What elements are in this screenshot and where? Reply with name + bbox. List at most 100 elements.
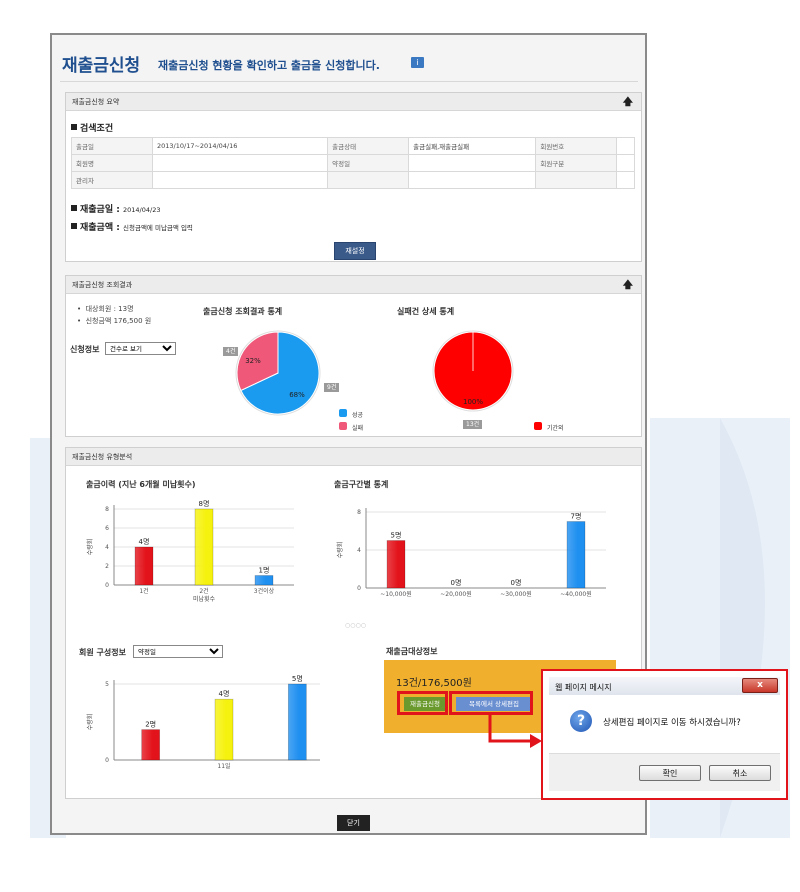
dialog-body: ? 상세편집 페이지로 이동 하시겠습니까?: [549, 695, 780, 753]
bar-data-label: 1명: [259, 566, 270, 575]
bar-data-label: 2명: [145, 720, 156, 729]
x-tick-label: 2건: [199, 587, 208, 595]
bar-data-label: 7명: [571, 512, 582, 521]
table-row: 회원명 약정일 회원구분: [71, 154, 635, 172]
pie-data-label: 68%: [289, 391, 305, 399]
cond-value: [408, 154, 537, 172]
bullet-target-members: • 대상회원 : 13명: [77, 305, 134, 313]
reset-button[interactable]: 재설정: [334, 242, 376, 260]
summary-panel-title: 재출금신청 요약: [72, 98, 120, 106]
y-tick-label: 4: [357, 547, 361, 554]
result-panel-title: 재출금신청 조회결과: [72, 281, 133, 289]
bar-data-label: 5명: [292, 674, 303, 683]
bar-data-label: 4명: [219, 689, 230, 698]
cond-key: 회원명: [71, 154, 153, 172]
y-tick-label: 4: [105, 544, 109, 551]
bar: [254, 575, 274, 586]
cond-value: [616, 171, 635, 189]
pie-data-label: 100%: [463, 398, 483, 406]
divider-dots: ○○○○: [345, 622, 366, 629]
up-arrow-icon[interactable]: 🡅: [623, 95, 633, 112]
member-info-label: 회원 구성정보: [79, 648, 126, 657]
dialog-titlebar[interactable]: 웹 페이지 메시지 x: [549, 677, 780, 695]
close-button[interactable]: 닫기: [337, 815, 370, 831]
bullet-request-amount: • 신청금액 176,500 원: [77, 317, 152, 325]
x-tick-label: 11일: [217, 762, 230, 770]
y-axis-label: 수량회: [86, 539, 94, 556]
x-tick-label: 3건이상: [254, 587, 275, 595]
pie2-title: 실패건 상세 통계: [397, 307, 455, 316]
target-amount: 13건/176,500원: [396, 678, 472, 689]
rewithdraw-amount: 재출금액 : 신청금액에 미납금액 입력: [71, 220, 193, 233]
y-tick-label: 2: [105, 563, 109, 570]
y-tick-label: 6: [105, 525, 109, 532]
pie1-title: 출금신청 조회결과 통계: [203, 307, 283, 316]
pie2-chart: 100%: [432, 330, 514, 412]
pie1-fail-tag: 4건: [223, 347, 239, 356]
cond-value: 출금실패,재출금실패: [408, 137, 537, 155]
bar-data-label: 0명: [511, 578, 522, 587]
analysis-panel-header[interactable]: 재출금신청 유형분석: [66, 448, 641, 466]
cond-key: 약정일: [327, 154, 410, 172]
legend-fail-swatch: [339, 422, 347, 430]
confirm-dialog: 웹 페이지 메시지 x ? 상세편집 페이지로 이동 하시겠습니까? 확인 취소: [543, 671, 786, 798]
legend-success-swatch: [339, 409, 347, 417]
cond-key: 출금상태: [327, 137, 410, 155]
info-icon[interactable]: i: [411, 57, 424, 68]
search-conditions-label: 검색조건: [71, 121, 113, 134]
result-panel-header[interactable]: 재출금신청 조회결과 🡅: [66, 276, 641, 294]
pie1-success-tag: 9건: [324, 383, 340, 392]
y-tick-label: 8: [105, 506, 109, 513]
bar-data-label: 8명: [199, 499, 210, 508]
y-tick-label: 8: [357, 509, 361, 516]
pie-data-label: 32%: [245, 357, 261, 365]
ok-button[interactable]: 확인: [639, 765, 701, 781]
rewithdraw-date: 재출금일 : 2014/04/23: [71, 202, 160, 215]
target-info-title: 재출금대상정보: [386, 647, 438, 656]
member-info-select[interactable]: 약정일: [133, 645, 223, 658]
filter-select[interactable]: 건수로 보기: [105, 342, 176, 355]
y-axis-label: 수량회: [86, 714, 94, 731]
question-icon: ?: [570, 710, 592, 732]
summary-panel-header[interactable]: 재출금신청 요약 🡅: [66, 93, 641, 111]
x-tick-label: ~30,000원: [500, 590, 532, 598]
chart1-title: 출금이력 (지난 6개월 미납횟수): [86, 480, 196, 489]
x-tick-label: ~10,000원: [380, 590, 412, 598]
table-row: 관리자: [71, 171, 635, 189]
legend-outside-swatch: [534, 422, 542, 430]
bar: [287, 683, 307, 761]
cond-value: [151, 171, 329, 189]
bar: [141, 729, 161, 761]
chart3-bar-chart: 0 5 수량회 2명 4명 11일 5명: [86, 674, 320, 770]
legend-success: 성공: [352, 412, 364, 419]
bar-data-label: 5명: [391, 531, 402, 540]
cond-key: 관리자: [71, 171, 153, 189]
y-tick-label: 0: [105, 757, 109, 764]
cancel-button[interactable]: 취소: [709, 765, 771, 781]
cond-key: 회원구분: [535, 154, 618, 172]
cond-key: [327, 171, 410, 189]
chart2-bar-chart: 0 4 8 수량회 5명 ~10,000원 0명 ~20,000원 0명 ~30,000원 7명 ~4…: [336, 508, 606, 598]
summary-panel: 재출금신청 요약 🡅 검색조건 출금일 2013/10/17~2014/04/1…: [65, 92, 642, 262]
cond-key: [535, 171, 618, 189]
y-tick-label: 0: [357, 585, 361, 592]
cond-value: [151, 154, 329, 172]
title-divider: [60, 81, 638, 82]
cond-key: 출금일: [71, 137, 153, 155]
x-tick-label: 1건: [139, 587, 148, 595]
up-arrow-icon[interactable]: 🡅: [623, 278, 633, 295]
y-axis-label: 수량회: [336, 542, 344, 559]
cond-value: [616, 137, 635, 155]
cond-value: 2013/10/17~2014/04/16: [151, 137, 329, 155]
chart2-title: 출금구간별 통계: [334, 480, 389, 489]
legend-fail: 실패: [352, 425, 364, 432]
dialog-footer: 확인 취소: [549, 753, 780, 791]
x-axis-label: 미납횟수: [193, 595, 216, 603]
x-tick-label: ~20,000원: [440, 590, 472, 598]
pie1-chart: 68% 32%: [235, 330, 321, 416]
close-icon[interactable]: x: [742, 678, 778, 693]
y-tick-label: 5: [105, 681, 109, 688]
chart1-bar-chart: 0 2 4 6 8 수량회 4명 1건 8명 2건 1명 3건이상미납횟수: [86, 499, 294, 603]
page-subtitle: 재출금신청 현황을 확인하고 출금을 신청합니다.: [158, 59, 380, 72]
page-title: 재출금신청: [62, 56, 141, 76]
